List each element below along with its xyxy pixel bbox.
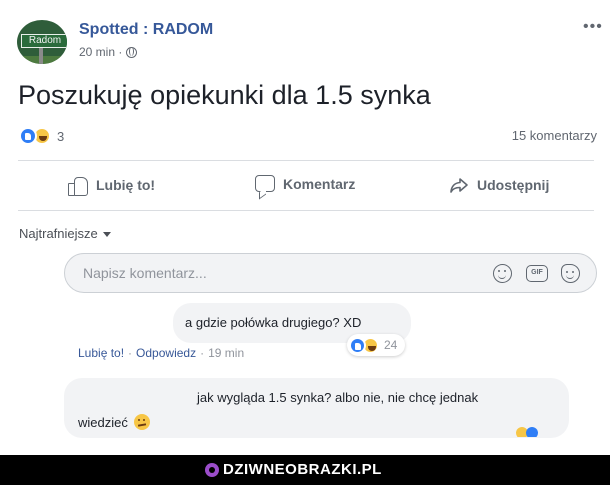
comment-button[interactable]: Komentarz [255, 175, 355, 192]
page-avatar[interactable]: Radom [17, 20, 67, 64]
facebook-post: Radom Spotted : RADOM 20 min · ••• Poszu… [0, 0, 610, 455]
comment-text-line: jak wygląda 1.5 synka? albo nie, nie chc… [197, 390, 479, 405]
comment-text-line: wiedzieć [78, 414, 128, 430]
comment-count-link[interactable]: 15 komentarzy [512, 128, 597, 143]
post-meta: 20 min · [79, 45, 138, 59]
like-icon [19, 127, 37, 145]
watermark-text: DZIWNEOBRAZKI.PL [223, 461, 382, 478]
sort-label: Najtrafniejsze [19, 226, 98, 241]
comment-like-link[interactable]: Lubię to! [78, 346, 124, 360]
watermark-logo-icon [205, 462, 219, 477]
reaction-count: 3 [57, 128, 65, 144]
watermark: DZIWNEOBRAZKI.PL [205, 461, 382, 478]
divider [18, 210, 594, 211]
comment-bubble: jak wygląda 1.5 synka? albo nie, nie chc… [64, 378, 569, 438]
watermark-bar: DZIWNEOBRAZKI.PL [0, 455, 610, 485]
comment-reply-link[interactable]: Odpowiedz [136, 346, 196, 360]
comment-input[interactable]: Napisz komentarz... GIF [64, 253, 597, 293]
comment-reactions[interactable]: 24 [347, 334, 406, 356]
post-reactions[interactable]: 3 [19, 127, 64, 145]
comment-sort-dropdown[interactable]: Najtrafniejsze [19, 226, 111, 241]
more-options-icon[interactable]: ••• [583, 18, 603, 36]
share-button[interactable]: Udostępnij [449, 175, 549, 195]
post-text: Poszukuję opiekunki dla 1.5 synka [18, 80, 431, 110]
comment-actions: Lubię to! · Odpowiedz · 19 min [78, 346, 245, 360]
confused-emoji-icon [133, 414, 150, 430]
like-button-label: Lubię to! [96, 177, 156, 193]
share-button-label: Udostępnij [477, 177, 550, 193]
like-button[interactable]: Lubię to! [68, 175, 156, 196]
emoji-icon[interactable] [493, 264, 512, 283]
comment-reaction-count: 24 [384, 338, 398, 352]
comment-button-label: Komentarz [283, 175, 356, 192]
comment-placeholder: Napisz komentarz... [83, 265, 207, 281]
avatar-town-sign: Radom [21, 34, 67, 48]
gif-icon[interactable]: GIF [526, 265, 548, 282]
globe-icon[interactable] [126, 46, 138, 58]
thumb-up-icon [68, 175, 88, 196]
comment-time[interactable]: 19 min [208, 346, 244, 360]
comment-text: a gdzie połówka drugiego? XD [185, 315, 362, 330]
comment-icon [255, 175, 275, 192]
comment-reactions[interactable] [516, 427, 546, 437]
caret-down-icon [102, 232, 111, 238]
divider [18, 160, 594, 161]
page-name-link[interactable]: Spotted : RADOM [79, 21, 213, 39]
share-icon [450, 178, 468, 193]
sticker-icon[interactable] [561, 264, 580, 283]
like-icon [526, 427, 538, 437]
like-icon [349, 336, 366, 354]
post-time[interactable]: 20 min · [79, 45, 122, 59]
